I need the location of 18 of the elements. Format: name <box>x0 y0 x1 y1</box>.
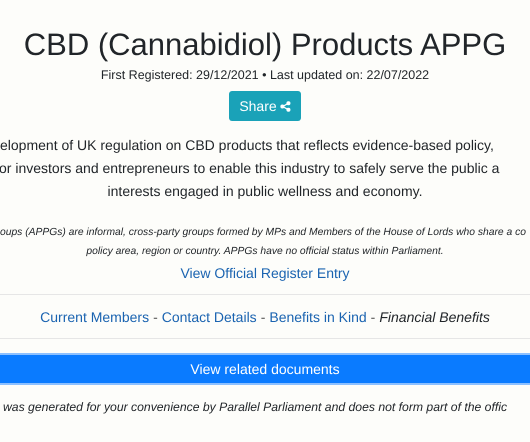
separator: - <box>260 308 266 324</box>
footer-note: was generated for your convenience by Parallel Parliament and does not form part of the offic <box>2 400 508 414</box>
section-link[interactable]: Contact Details <box>162 308 257 324</box>
separator: - <box>153 308 158 324</box>
separator: - <box>370 308 376 324</box>
section-link[interactable]: Current Members <box>40 308 150 324</box>
registration-dates: First Registered: 29/12/2021 • Last updated on: 22/07/2022 <box>100 67 430 83</box>
share-icon <box>280 100 291 112</box>
register-entry-link[interactable]: View Official Register Entry <box>180 264 350 282</box>
related-documents-button[interactable]: View related documents <box>0 353 530 385</box>
purpose-text: interests engaged in public wellness and economy. <box>106 182 424 201</box>
page-title: CBD (Cannabidiol) Products APPG <box>22 26 508 64</box>
purpose-text: elopment of UK regulation on CBD products that reflects evidence-based policy, <box>0 136 494 155</box>
section-link[interactable]: Benefits in Kind <box>269 308 367 324</box>
share-button[interactable]: Share <box>229 91 301 121</box>
disclaimer-text: oups (APPGs) are informal, cross-party groups formed by MPs and Members of the House of Lords who share a co <box>0 226 526 240</box>
section-link[interactable]: Financial Benefits <box>379 308 490 324</box>
disclaimer-text: policy area, region or country. APPGs have no official status within Parliament. <box>85 245 445 259</box>
